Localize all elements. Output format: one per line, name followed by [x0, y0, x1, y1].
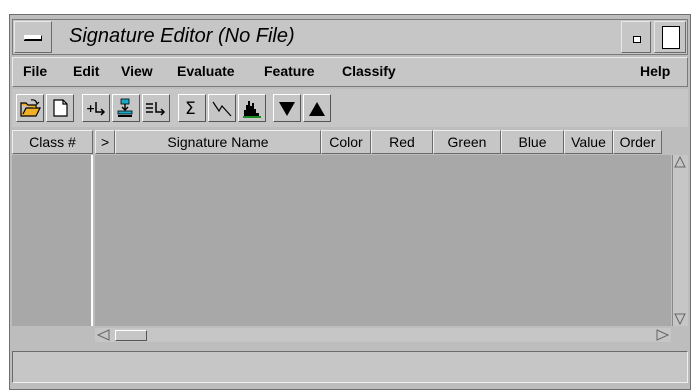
menu-bar: File Edit View Evaluate Feature Classify…: [12, 57, 688, 87]
class-number-column[interactable]: [12, 155, 93, 326]
add-button[interactable]: +: [82, 94, 110, 122]
minimize-button[interactable]: [621, 21, 651, 53]
move-down-icon: [279, 102, 295, 116]
svg-text:+: +: [86, 102, 95, 115]
toolbar: + Σ: [12, 89, 688, 127]
window-menu-button[interactable]: [14, 21, 52, 53]
new-file-icon: [53, 99, 68, 117]
scroll-left-right-icon: [96, 329, 670, 341]
signature-editor-window: Signature Editor (No File) File Edit Vie…: [9, 14, 691, 390]
move-down-button[interactable]: [273, 94, 301, 122]
statistics-sigma-icon: Σ: [185, 99, 196, 119]
menu-classify[interactable]: Classify: [342, 63, 396, 79]
title-bar[interactable]: Signature Editor (No File): [12, 19, 688, 55]
menu-feature[interactable]: Feature: [264, 63, 315, 79]
maximize-button[interactable]: [654, 21, 686, 53]
menu-evaluate[interactable]: Evaluate: [177, 63, 235, 79]
table-header: Class # > Signature Name Color Red Green…: [12, 130, 672, 154]
add-signature-icon: +: [86, 102, 106, 116]
column-red[interactable]: Red: [371, 130, 433, 154]
horizontal-scrollbar[interactable]: [95, 328, 671, 342]
move-up-button[interactable]: [303, 94, 331, 122]
replace-signature-icon: [117, 98, 133, 117]
replace-button[interactable]: [112, 94, 140, 122]
scroll-arrows-icon: [674, 155, 686, 326]
column-order[interactable]: Order: [613, 130, 662, 154]
histogram-icon: [243, 101, 261, 118]
maximize-icon: [662, 26, 680, 49]
column-signature-name[interactable]: Signature Name: [115, 130, 321, 154]
vertical-scrollbar[interactable]: [672, 155, 688, 326]
minimize-icon: [633, 36, 641, 43]
open-button[interactable]: [16, 94, 44, 122]
column-value[interactable]: Value: [564, 130, 613, 154]
status-bar: [12, 351, 688, 383]
open-folder-icon: [20, 99, 41, 117]
menu-help[interactable]: Help: [640, 63, 670, 79]
mean-plot-icon: [212, 101, 232, 117]
merge-signatures-icon: [146, 102, 166, 116]
signature-table-body[interactable]: [95, 155, 671, 326]
svg-text:Σ: Σ: [185, 99, 196, 119]
window-menu-icon: [24, 35, 42, 40]
move-up-icon: [309, 102, 325, 116]
menu-file[interactable]: File: [23, 63, 47, 79]
column-class-number[interactable]: Class #: [12, 130, 93, 154]
column-green[interactable]: Green: [433, 130, 501, 154]
histogram-button[interactable]: [238, 94, 266, 122]
column-blue[interactable]: Blue: [501, 130, 564, 154]
menu-edit[interactable]: Edit: [73, 63, 99, 79]
column-current[interactable]: >: [95, 130, 115, 154]
window-title: Signature Editor (No File): [69, 25, 295, 47]
menu-view[interactable]: View: [121, 63, 153, 79]
mean-plot-button[interactable]: [208, 94, 236, 122]
new-button[interactable]: [46, 94, 74, 122]
statistics-button[interactable]: Σ: [178, 94, 206, 122]
merge-button[interactable]: [142, 94, 170, 122]
horizontal-scroll-thumb[interactable]: [115, 330, 147, 341]
column-color[interactable]: Color: [321, 130, 371, 154]
